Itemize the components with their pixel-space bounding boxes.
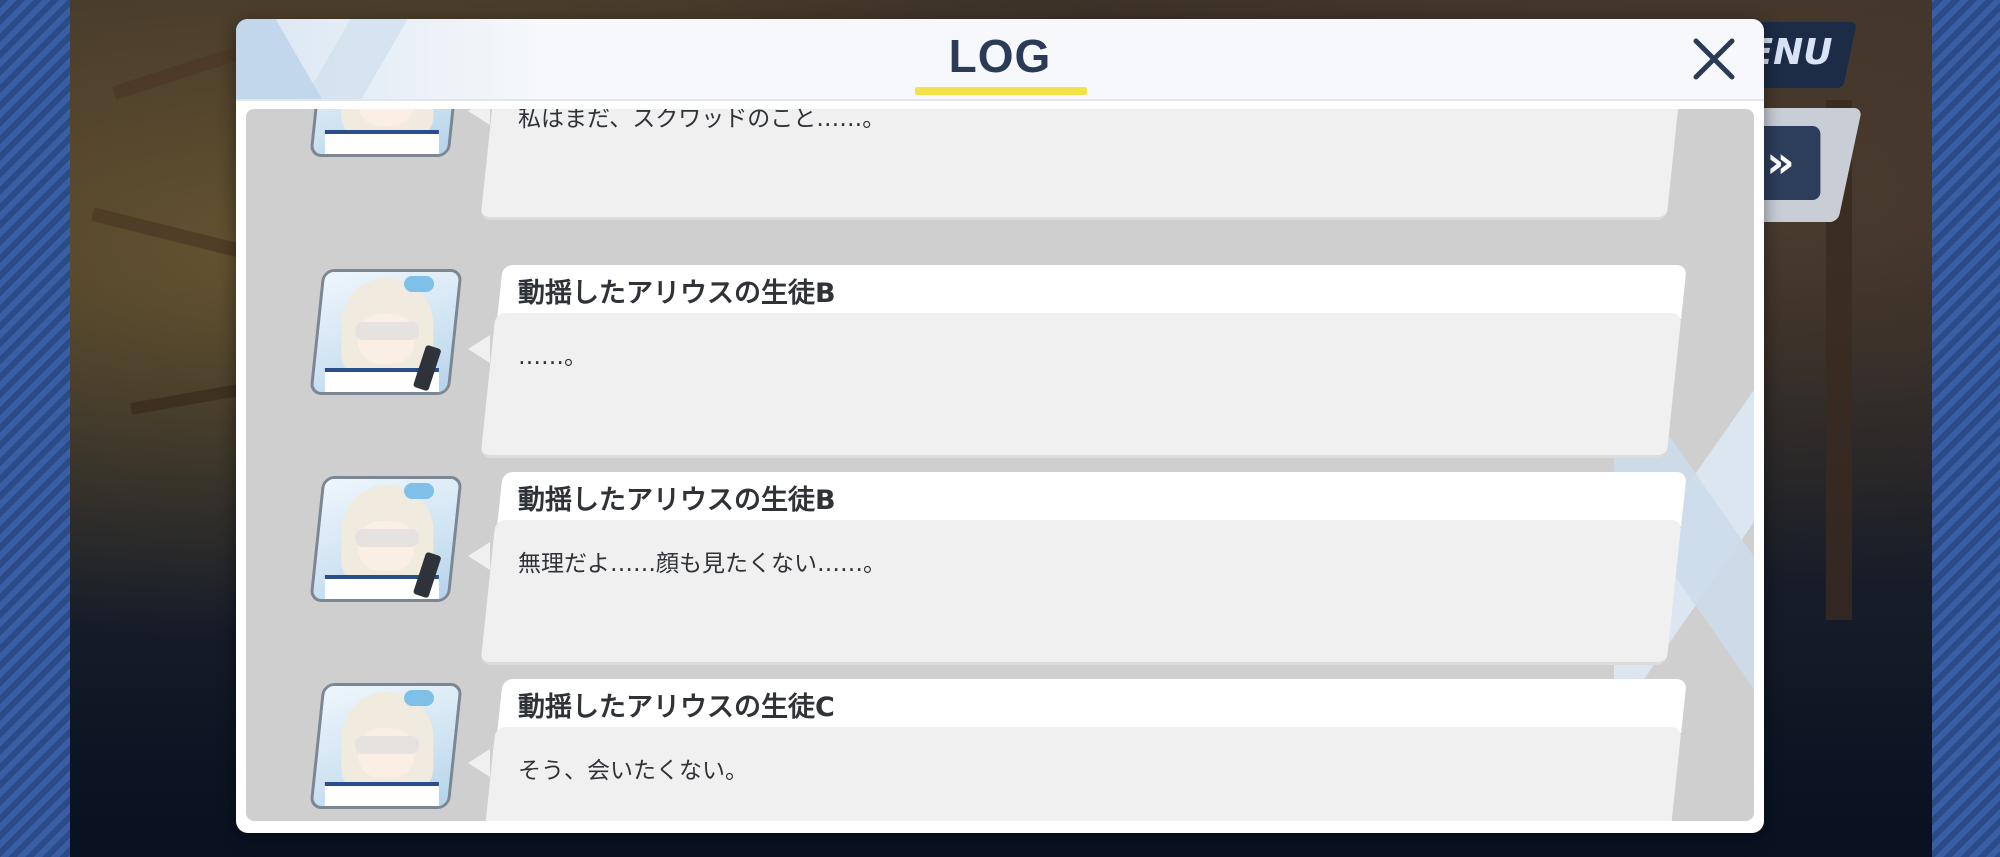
speaker-name: 動揺したアリウスの生徒B — [518, 485, 836, 516]
message-text: そう、会いたくない。 — [518, 758, 748, 784]
speaker-avatar[interactable] — [309, 269, 463, 395]
message-box — [480, 313, 1682, 458]
speaker-name: 動揺したアリウスの生徒B — [518, 278, 836, 309]
close-icon — [1693, 38, 1735, 80]
close-button[interactable] — [1688, 33, 1740, 85]
message-text: ……。 — [518, 344, 587, 370]
modal-title: LOG — [948, 30, 1052, 82]
message-pointer — [468, 109, 490, 125]
log-scroll-area[interactable]: 私はまだ、スクワッドのこと……。 動揺したアリウスの生徒B ……。 動揺したアリ… — [246, 109, 1754, 821]
log-entry: 私はまだ、スクワッドのこと……。 — [246, 109, 1754, 220]
message-text: 無理だよ……顔も見たくない……。 — [518, 551, 886, 577]
speaker-avatar[interactable] — [309, 109, 463, 157]
modal-header: LOG — [236, 19, 1764, 101]
log-entry: 動揺したアリウスの生徒C そう、会いたくない。 — [246, 679, 1754, 821]
log-entry: 動揺したアリウスの生徒B ……。 — [246, 265, 1754, 458]
message-pointer — [468, 335, 490, 363]
title-underline — [915, 87, 1087, 95]
message-pointer — [468, 542, 490, 570]
speaker-name: 動揺したアリウスの生徒C — [518, 692, 835, 723]
log-modal: LOG 私はまだ、スクワッドのこと……。 動揺したアリウスの生徒B ……。 動揺… — [236, 19, 1764, 833]
message-text: 私はまだ、スクワッドのこと……。 — [518, 109, 886, 132]
log-entry: 動揺したアリウスの生徒B 無理だよ……顔も見たくない……。 — [246, 472, 1754, 665]
message-pointer — [468, 749, 490, 777]
speaker-avatar[interactable] — [309, 683, 463, 809]
speaker-avatar[interactable] — [309, 476, 463, 602]
message-box — [480, 520, 1682, 665]
